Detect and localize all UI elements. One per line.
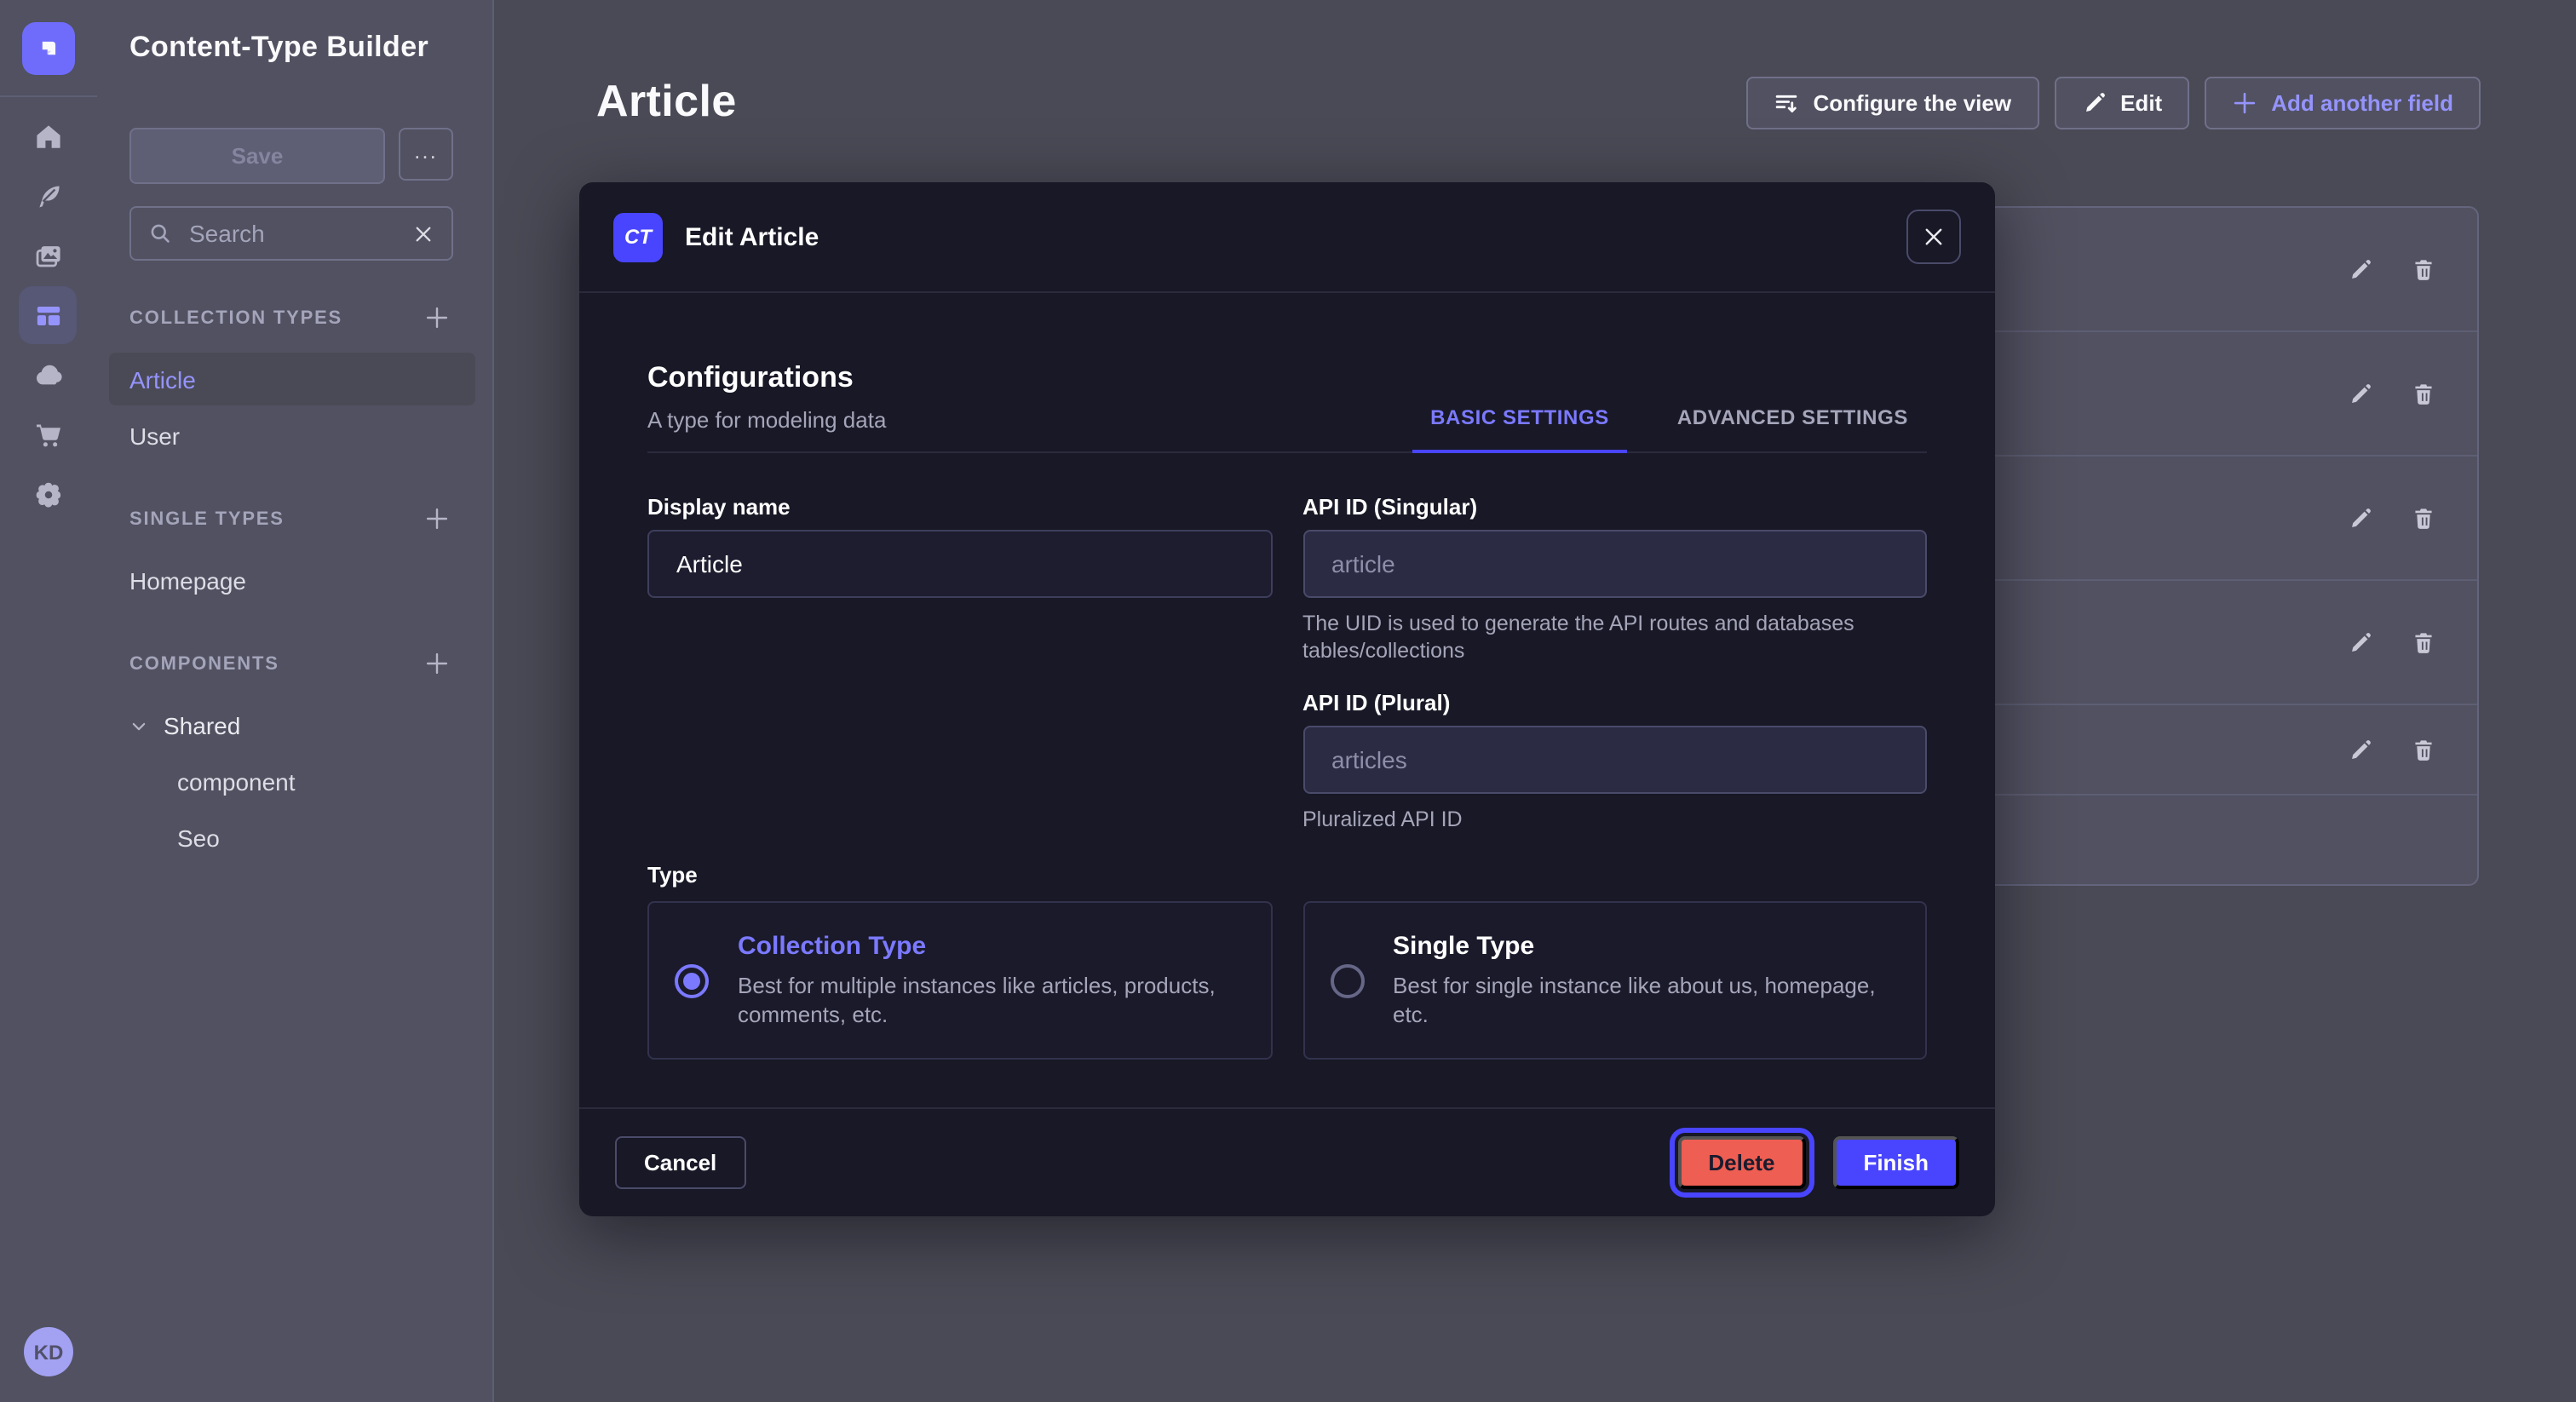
display-name-input[interactable] <box>649 550 1270 577</box>
close-button[interactable] <box>1906 210 1961 264</box>
single-type-option[interactable]: Single Type Best for single instance lik… <box>1302 901 1927 1060</box>
type-options: Collection Type Best for multiple instan… <box>647 901 1927 1060</box>
delete-button[interactable]: Delete <box>1677 1136 1805 1189</box>
display-name-field: Display name <box>647 494 1272 833</box>
api-id-singular-hint: The UID is used to generate the API rout… <box>1302 610 1927 664</box>
api-id-singular-label: API ID (Singular) <box>1302 494 1927 520</box>
cancel-button[interactable]: Cancel <box>615 1136 745 1189</box>
configurations-title: Configurations <box>647 361 886 395</box>
modal-title: Edit Article <box>685 222 819 251</box>
single-type-title: Single Type <box>1393 932 1891 961</box>
screen: KD Content-Type Builder Save ... COLLECT… <box>0 0 2576 1402</box>
api-id-singular-input[interactable] <box>1304 550 1925 577</box>
modal-header: CT Edit Article <box>579 182 1995 293</box>
configurations-header: Configurations A type for modeling data … <box>647 361 1927 453</box>
api-id-plural-input[interactable] <box>1304 746 1925 773</box>
single-type-description: Best for single instance like about us, … <box>1393 971 1891 1029</box>
settings-tabs: BASIC SETTINGS ADVANCED SETTINGS <box>1412 405 1927 451</box>
settings-form: Display name API ID (Singular) The UID i… <box>647 494 1927 833</box>
modal-footer: Cancel Delete Finish <box>579 1107 1995 1216</box>
edit-article-modal: CT Edit Article Configurations A type fo… <box>579 182 1995 1216</box>
api-id-plural-field: API ID (Plural) Pluralized API ID <box>1302 690 1927 833</box>
collection-type-description: Best for multiple instances like article… <box>738 971 1236 1029</box>
close-icon <box>1922 225 1946 249</box>
radio-unselected-icon[interactable] <box>1330 963 1364 997</box>
finish-button[interactable]: Finish <box>1832 1136 1959 1189</box>
tab-advanced-settings[interactable]: ADVANCED SETTINGS <box>1659 405 1927 451</box>
api-id-plural-hint: Pluralized API ID <box>1302 806 1927 833</box>
collection-type-option[interactable]: Collection Type Best for multiple instan… <box>647 901 1272 1060</box>
api-id-plural-label: API ID (Plural) <box>1302 690 1927 715</box>
configurations-subtitle: A type for modeling data <box>647 407 886 433</box>
collection-type-title: Collection Type <box>738 932 1236 961</box>
content-type-badge: CT <box>613 212 663 261</box>
radio-selected-icon[interactable] <box>675 963 709 997</box>
display-name-label: Display name <box>647 494 1272 520</box>
tab-basic-settings[interactable]: BASIC SETTINGS <box>1412 405 1628 451</box>
api-id-singular-field: API ID (Singular) The UID is used to gen… <box>1302 494 1927 664</box>
type-label: Type <box>647 862 1927 888</box>
modal-body: Configurations A type for modeling data … <box>579 293 1995 1107</box>
